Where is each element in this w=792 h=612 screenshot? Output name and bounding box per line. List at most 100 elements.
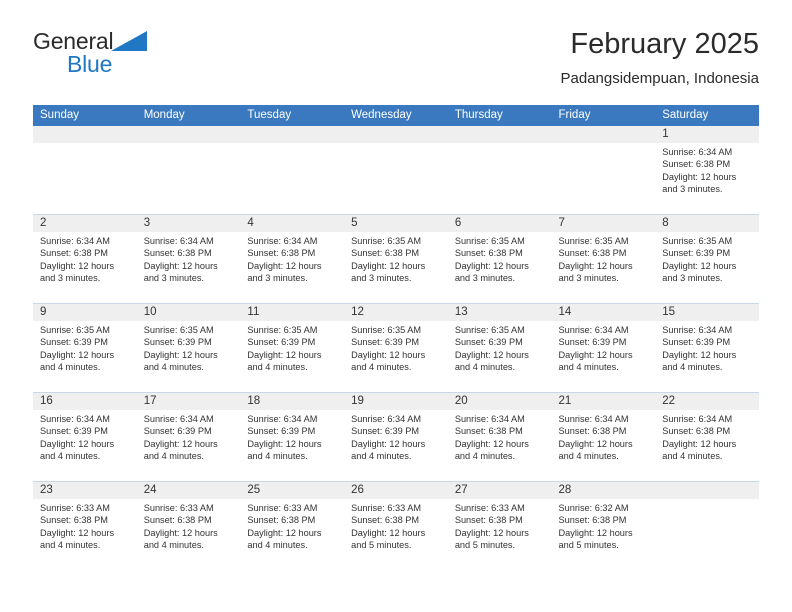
calendar-day-cell[interactable]: 19 Sunrise: 6:34 AM Sunset: 6:39 PM Dayligh… bbox=[344, 392, 448, 482]
day-number: 12 bbox=[344, 304, 448, 321]
calendar-day-cell[interactable]: 28 Sunrise: 6:32 AM Sunset: 6:38 PM Dayligh… bbox=[551, 481, 656, 570]
daylight-text: Daylight: 12 hours and 3 minutes. bbox=[662, 260, 737, 284]
day-number: 23 bbox=[33, 482, 137, 499]
calendar-day-cell[interactable]: 1 Sunrise: 6:34 AM Sunset: 6:38 PM Daylight… bbox=[655, 126, 759, 215]
day-number: 17 bbox=[136, 393, 241, 410]
calendar-day-cell[interactable]: 22 Sunrise: 6:34 AM Sunset: 6:38 PM Dayligh… bbox=[655, 392, 759, 482]
sunset-text: Sunset: 6:38 PM bbox=[558, 515, 627, 526]
calendar-day-cell-empty bbox=[655, 481, 759, 570]
sunrise-text: Sunrise: 6:33 AM bbox=[40, 503, 110, 513]
calendar-day-cell[interactable]: 26 Sunrise: 6:33 AM Sunset: 6:38 PM Dayligh… bbox=[344, 481, 448, 570]
calendar-day-cell[interactable]: 21 Sunrise: 6:34 AM Sunset: 6:38 PM Dayligh… bbox=[551, 392, 656, 482]
day-number: 2 bbox=[33, 215, 137, 232]
calendar-day-cell[interactable]: 25 Sunrise: 6:33 AM Sunset: 6:38 PM Dayligh… bbox=[240, 481, 345, 570]
sunrise-text: Sunrise: 6:34 AM bbox=[558, 414, 629, 424]
day-details: Sunrise: 6:34 AM Sunset: 6:38 PM Daylight:… bbox=[137, 232, 241, 285]
logo-text-general: General bbox=[33, 28, 114, 54]
calendar-day-cell[interactable]: 4 Sunrise: 6:34 AM Sunset: 6:38 PM Daylight… bbox=[240, 214, 345, 304]
day-number: 24 bbox=[136, 482, 241, 499]
calendar-day-cell[interactable]: 12 Sunrise: 6:35 AM Sunset: 6:39 PM Dayligh… bbox=[344, 303, 448, 393]
page-title: February 2025 bbox=[570, 28, 759, 60]
calendar-table: Sunday Monday Tuesday Wednesday Thursday… bbox=[33, 105, 759, 570]
sunset-text: Sunset: 6:39 PM bbox=[40, 337, 108, 348]
sunrise-text: Sunrise: 6:35 AM bbox=[351, 325, 422, 335]
day-number bbox=[240, 126, 345, 143]
sunrise-text: Sunrise: 6:35 AM bbox=[454, 325, 525, 335]
daylight-text: Daylight: 12 hours and 4 minutes. bbox=[40, 349, 115, 373]
calendar-day-cell[interactable]: 2 Sunrise: 6:34 AM Sunset: 6:38 PM Daylight… bbox=[33, 214, 137, 304]
calendar-day-cell[interactable]: 11 Sunrise: 6:35 AM Sunset: 6:39 PM Dayligh… bbox=[240, 303, 345, 393]
day-number: 28 bbox=[551, 482, 656, 499]
calendar-day-cell[interactable]: 8 Sunrise: 6:35 AM Sunset: 6:39 PM Daylight… bbox=[655, 214, 759, 304]
sunset-text: Sunset: 6:38 PM bbox=[454, 426, 523, 437]
sunset-text: Sunset: 6:38 PM bbox=[351, 248, 420, 259]
page-header: General Blue February 2025 Padangsidempu… bbox=[33, 28, 759, 100]
sunset-text: Sunset: 6:39 PM bbox=[454, 337, 523, 348]
day-number: 3 bbox=[136, 215, 241, 232]
calendar-day-cell[interactable]: 16 Sunrise: 6:34 AM Sunset: 6:39 PM Dayligh… bbox=[33, 392, 137, 482]
sunrise-text: Sunrise: 6:34 AM bbox=[247, 414, 318, 424]
calendar-day-cell[interactable]: 13 Sunrise: 6:35 AM Sunset: 6:39 PM Dayligh… bbox=[447, 303, 552, 393]
sunrise-text: Sunrise: 6:34 AM bbox=[351, 414, 422, 424]
day-number: 13 bbox=[447, 304, 552, 321]
day-details: Sunrise: 6:35 AM Sunset: 6:39 PM Daylight:… bbox=[33, 321, 137, 374]
calendar-day-cell[interactable]: 17 Sunrise: 6:34 AM Sunset: 6:39 PM Dayligh… bbox=[136, 392, 241, 482]
sunset-text: Sunset: 6:38 PM bbox=[351, 515, 420, 526]
calendar-day-cell[interactable]: 14 Sunrise: 6:34 AM Sunset: 6:39 PM Dayligh… bbox=[551, 303, 656, 393]
sunset-text: Sunset: 6:38 PM bbox=[40, 248, 108, 259]
daylight-text: Daylight: 12 hours and 4 minutes. bbox=[40, 438, 115, 462]
calendar-day-cell[interactable]: 6 Sunrise: 6:35 AM Sunset: 6:38 PM Daylight… bbox=[447, 214, 552, 304]
calendar-day-cell[interactable]: 27 Sunrise: 6:33 AM Sunset: 6:38 PM Dayligh… bbox=[447, 481, 552, 570]
day-number bbox=[136, 126, 241, 143]
sunset-text: Sunset: 6:38 PM bbox=[247, 248, 316, 259]
calendar-day-cell[interactable]: 18 Sunrise: 6:34 AM Sunset: 6:39 PM Dayligh… bbox=[240, 392, 345, 482]
day-number: 27 bbox=[447, 482, 552, 499]
sunrise-text: Sunrise: 6:33 AM bbox=[351, 503, 422, 513]
daylight-text: Daylight: 12 hours and 3 minutes. bbox=[558, 260, 633, 284]
daylight-text: Daylight: 12 hours and 3 minutes. bbox=[143, 260, 218, 284]
sunset-text: Sunset: 6:39 PM bbox=[662, 337, 731, 348]
daylight-text: Daylight: 12 hours and 4 minutes. bbox=[351, 438, 426, 462]
daylight-text: Daylight: 12 hours and 4 minutes. bbox=[351, 349, 426, 373]
weekday-header-friday: Friday bbox=[551, 105, 656, 126]
daylight-text: Daylight: 12 hours and 4 minutes. bbox=[247, 349, 322, 373]
sunset-text: Sunset: 6:39 PM bbox=[247, 337, 316, 348]
daylight-text: Daylight: 12 hours and 3 minutes. bbox=[454, 260, 529, 284]
sunrise-text: Sunrise: 6:34 AM bbox=[662, 147, 733, 157]
sunset-text: Sunset: 6:39 PM bbox=[351, 426, 420, 437]
calendar-day-cell[interactable]: 24 Sunrise: 6:33 AM Sunset: 6:38 PM Dayligh… bbox=[136, 481, 241, 570]
general-blue-logo[interactable]: General Blue bbox=[33, 28, 263, 88]
day-number: 18 bbox=[240, 393, 345, 410]
calendar-week-row: 1 Sunrise: 6:34 AM Sunset: 6:38 PM Daylight… bbox=[33, 126, 759, 215]
day-number: 20 bbox=[447, 393, 552, 410]
calendar-day-cell[interactable]: 10 Sunrise: 6:35 AM Sunset: 6:39 PM Dayligh… bbox=[136, 303, 241, 393]
day-details: Sunrise: 6:35 AM Sunset: 6:38 PM Daylight:… bbox=[552, 232, 656, 285]
day-number: 5 bbox=[344, 215, 448, 232]
sunset-text: Sunset: 6:39 PM bbox=[247, 426, 316, 437]
day-details: Sunrise: 6:35 AM Sunset: 6:39 PM Daylight:… bbox=[655, 232, 759, 285]
daylight-text: Daylight: 12 hours and 4 minutes. bbox=[558, 438, 633, 462]
calendar-week-row: 23 Sunrise: 6:33 AM Sunset: 6:38 PM Dayligh… bbox=[33, 481, 759, 570]
day-details: Sunrise: 6:35 AM Sunset: 6:39 PM Daylight:… bbox=[240, 321, 344, 374]
day-number bbox=[33, 126, 137, 143]
weekday-header-saturday: Saturday bbox=[655, 105, 759, 126]
calendar-day-cell[interactable]: 7 Sunrise: 6:35 AM Sunset: 6:38 PM Daylight… bbox=[551, 214, 656, 304]
sunset-text: Sunset: 6:39 PM bbox=[662, 248, 731, 259]
day-number: 22 bbox=[655, 393, 759, 410]
calendar-day-cell[interactable]: 9 Sunrise: 6:35 AM Sunset: 6:39 PM Daylight… bbox=[33, 303, 137, 393]
day-details: Sunrise: 6:32 AM Sunset: 6:38 PM Daylight:… bbox=[552, 499, 656, 552]
calendar-day-cell[interactable]: 15 Sunrise: 6:34 AM Sunset: 6:39 PM Dayligh… bbox=[655, 303, 759, 393]
sunset-text: Sunset: 6:38 PM bbox=[143, 515, 212, 526]
calendar-day-cell[interactable]: 23 Sunrise: 6:33 AM Sunset: 6:38 PM Dayligh… bbox=[33, 481, 137, 570]
sunset-text: Sunset: 6:38 PM bbox=[247, 515, 316, 526]
calendar-day-cell[interactable]: 20 Sunrise: 6:34 AM Sunset: 6:38 PM Dayligh… bbox=[447, 392, 552, 482]
calendar-day-cell[interactable]: 3 Sunrise: 6:34 AM Sunset: 6:38 PM Daylight… bbox=[136, 214, 241, 304]
day-details: Sunrise: 6:34 AM Sunset: 6:38 PM Daylight:… bbox=[655, 410, 759, 463]
day-details: Sunrise: 6:35 AM Sunset: 6:38 PM Daylight:… bbox=[344, 232, 448, 285]
calendar-day-cell[interactable]: 5 Sunrise: 6:35 AM Sunset: 6:38 PM Daylight… bbox=[344, 214, 448, 304]
sunrise-text: Sunrise: 6:35 AM bbox=[662, 236, 733, 246]
sunset-text: Sunset: 6:38 PM bbox=[558, 248, 627, 259]
sunrise-text: Sunrise: 6:34 AM bbox=[143, 236, 214, 246]
day-number: 15 bbox=[655, 304, 759, 321]
sunrise-text: Sunrise: 6:34 AM bbox=[143, 414, 214, 424]
